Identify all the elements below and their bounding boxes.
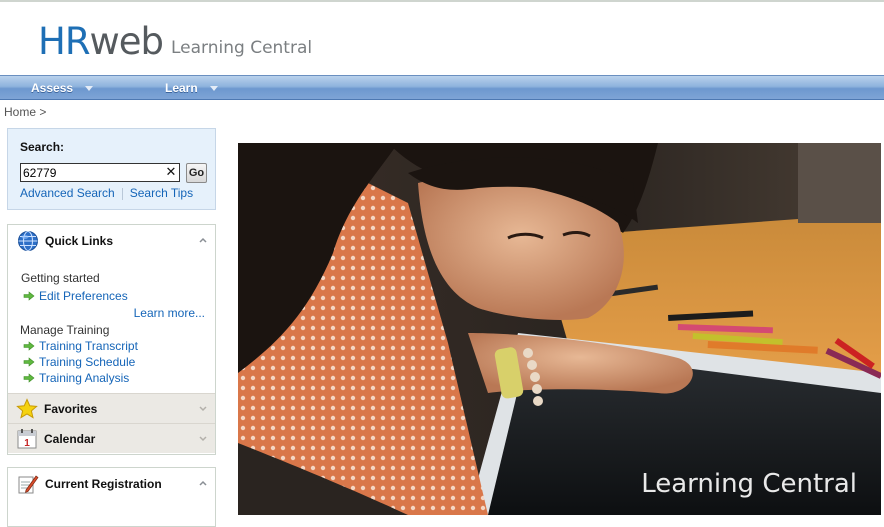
- favorites-title: Favorites: [44, 401, 98, 416]
- current-registration-header[interactable]: Current Registration: [8, 468, 215, 500]
- search-tips-link[interactable]: Search Tips: [130, 186, 193, 200]
- training-analysis-link[interactable]: Training Analysis: [23, 371, 129, 385]
- chevron-down-icon[interactable]: [198, 404, 208, 414]
- nav-learn-label: Learn: [165, 81, 198, 95]
- edit-preferences-label: Edit Preferences: [39, 289, 128, 303]
- calendar-icon: 1: [16, 428, 38, 450]
- quick-links-title: Quick Links: [45, 234, 114, 248]
- breadcrumb[interactable]: Home >: [4, 105, 46, 119]
- favorites-section-header[interactable]: Favorites: [8, 393, 215, 423]
- green-arrow-icon: [23, 341, 35, 351]
- hrweb-logo[interactable]: HRweb: [38, 20, 165, 63]
- training-schedule-label: Training Schedule: [39, 355, 136, 369]
- training-schedule-link[interactable]: Training Schedule: [23, 355, 135, 369]
- star-icon: [16, 397, 38, 420]
- calendar-day-number: 1: [24, 438, 30, 449]
- edit-preferences-link[interactable]: Edit Preferences: [23, 289, 128, 303]
- caret-down-icon: [85, 85, 94, 91]
- hero-caption: Learning Central: [641, 469, 857, 499]
- site-subtitle: Learning Central: [171, 38, 313, 58]
- calendar-section-header[interactable]: 1 Calendar: [8, 423, 215, 453]
- chevron-down-icon[interactable]: [198, 434, 208, 444]
- green-arrow-icon: [23, 373, 35, 383]
- learn-more-link[interactable]: Learn more...: [134, 306, 205, 320]
- child-drawing-photo: [238, 143, 881, 515]
- group-manage-training: Manage Training: [20, 323, 110, 337]
- main-nav-bar: Assess Learn: [0, 75, 884, 100]
- training-transcript-label: Training Transcript: [39, 339, 138, 353]
- training-analysis-label: Training Analysis: [39, 371, 130, 385]
- green-arrow-icon: [23, 357, 35, 367]
- logo-hr: HR: [38, 20, 91, 63]
- search-links: Advanced Search Search Tips: [20, 186, 193, 200]
- chevron-up-icon[interactable]: [198, 235, 208, 245]
- page-header: HRweb Learning Central: [0, 2, 884, 74]
- hero-banner-image: Learning Central: [238, 143, 881, 515]
- green-arrow-icon: [23, 291, 35, 301]
- search-go-button[interactable]: Go: [186, 163, 207, 183]
- search-input[interactable]: [20, 163, 180, 182]
- globe-icon: [17, 230, 39, 252]
- calendar-title: Calendar: [44, 431, 96, 446]
- group-getting-started: Getting started: [21, 271, 100, 285]
- current-registration-panel: Current Registration: [7, 467, 216, 527]
- current-registration-title: Current Registration: [45, 477, 162, 491]
- quick-links-header[interactable]: Quick Links: [8, 225, 215, 257]
- link-divider: [121, 188, 123, 200]
- nav-assess-menu[interactable]: Assess: [31, 81, 94, 95]
- nav-learn-menu[interactable]: Learn: [165, 81, 218, 95]
- chevron-up-icon[interactable]: [198, 478, 208, 488]
- quick-links-panel: Quick Links Getting started Edit Prefere…: [7, 224, 216, 455]
- caret-down-icon: [209, 85, 218, 91]
- nav-assess-label: Assess: [31, 81, 74, 95]
- registration-pencil-icon: [17, 473, 39, 495]
- advanced-search-link[interactable]: Advanced Search: [20, 186, 115, 200]
- clear-search-icon[interactable]: ✕: [164, 164, 178, 181]
- training-transcript-link[interactable]: Training Transcript: [23, 339, 138, 353]
- search-panel: Search: ✕ Go Advanced Search Search Tips: [7, 128, 216, 210]
- logo-web: web: [89, 20, 165, 63]
- search-label: Search:: [20, 140, 65, 154]
